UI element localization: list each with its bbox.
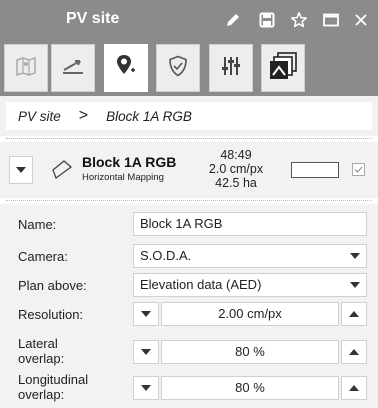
breadcrumb-root[interactable]: PV site	[18, 109, 61, 124]
longitudinal-overlap-increase-button[interactable]	[341, 376, 367, 400]
lateral-overlap-value[interactable]: 80 %	[161, 340, 339, 364]
plan-above-value: Elevation data (AED)	[140, 277, 262, 292]
arrow-down-icon	[141, 311, 151, 317]
arrow-down-icon	[141, 385, 151, 391]
resolution-stepper: 2.00 cm/px	[133, 302, 367, 326]
waypoint-icon	[114, 53, 138, 84]
takeoff-icon	[60, 55, 86, 82]
lateral-overlap-stepper: 80 %	[133, 340, 367, 364]
save-icon[interactable]	[256, 9, 278, 31]
longitudinal-overlap-label-line2: overlap:	[18, 387, 65, 402]
arrow-up-icon	[349, 311, 359, 317]
divider	[6, 200, 372, 201]
resolution-decrease-button[interactable]	[133, 302, 159, 326]
pencil-icon[interactable]	[222, 9, 244, 31]
breadcrumb: PV site > Block 1A RGB	[6, 102, 372, 130]
tool-waypoint[interactable]	[104, 44, 148, 92]
tool-map[interactable]	[4, 44, 48, 92]
camera-value: S.O.D.A.	[140, 248, 192, 263]
window-title: PV site	[66, 10, 120, 27]
window-icon[interactable]	[320, 9, 342, 31]
layers-icon	[267, 50, 299, 87]
breadcrumb-separator: >	[78, 107, 89, 124]
block-stats: 48:49 2.0 cm/px 42.5 ha	[196, 148, 276, 190]
map-icon	[14, 55, 38, 82]
lateral-overlap-label-line2: overlap:	[18, 351, 65, 366]
plan-above-label: Plan above:	[18, 278, 87, 293]
shield-check-icon	[166, 54, 190, 83]
tool-settings[interactable]	[209, 44, 253, 92]
block-name: Block 1A RGB	[82, 154, 177, 170]
breadcrumb-bar: PV site > Block 1A RGB	[0, 96, 378, 136]
chevron-down-icon	[16, 167, 26, 173]
visibility-checkbox[interactable]	[352, 163, 365, 176]
longitudinal-overlap-label-line1: Longitudinal	[18, 372, 89, 387]
camera-label: Camera:	[18, 249, 68, 264]
lateral-overlap-increase-button[interactable]	[341, 340, 367, 364]
color-swatch[interactable]	[291, 162, 339, 178]
block-area: 42.5 ha	[215, 176, 257, 190]
arrow-up-icon	[349, 385, 359, 391]
block-subtitle: Horizontal Mapping	[82, 172, 164, 183]
tool-safety[interactable]	[156, 44, 200, 92]
name-label: Name:	[18, 217, 57, 232]
divider	[6, 138, 372, 139]
name-input[interactable]: Block 1A RGB	[133, 212, 367, 236]
lateral-overlap-decrease-button[interactable]	[133, 340, 159, 364]
tool-bar	[0, 40, 378, 96]
sliders-icon	[219, 54, 243, 83]
breadcrumb-current: Block 1A RGB	[106, 108, 192, 124]
polygon-icon	[50, 158, 74, 182]
camera-select[interactable]: S.O.D.A.	[133, 244, 367, 268]
lateral-overlap-label-line1: Lateral	[18, 336, 58, 351]
star-icon[interactable]	[288, 9, 310, 31]
block-gsd: 2.0 cm/px	[208, 162, 264, 176]
lateral-overlap-label: Lateral overlap:	[18, 336, 64, 366]
longitudinal-overlap-decrease-button[interactable]	[133, 376, 159, 400]
resolution-increase-button[interactable]	[341, 302, 367, 326]
plan-above-select[interactable]: Elevation data (AED)	[133, 273, 367, 297]
longitudinal-overlap-value[interactable]: 80 %	[161, 376, 339, 400]
longitudinal-overlap-label: Longitudinal overlap:	[18, 372, 88, 402]
block-duration: 48:49	[220, 148, 252, 162]
arrow-up-icon	[349, 349, 359, 355]
close-icon[interactable]	[350, 9, 372, 31]
block-settings-form: Name: Block 1A RGB Camera: S.O.D.A. Plan…	[0, 204, 378, 408]
tool-takeoff[interactable]	[51, 44, 95, 92]
tool-layers[interactable]	[261, 44, 305, 92]
chevron-down-icon	[350, 253, 360, 259]
resolution-label: Resolution:	[18, 307, 84, 322]
title-bar: PV site	[0, 0, 378, 40]
longitudinal-overlap-stepper: 80 %	[133, 376, 367, 400]
resolution-value[interactable]: 2.00 cm/px	[161, 302, 339, 326]
block-dropdown-button[interactable]	[9, 156, 33, 184]
block-summary: Block 1A RGB Horizontal Mapping 48:49 2.…	[0, 142, 378, 198]
arrow-down-icon	[141, 349, 151, 355]
chevron-down-icon	[350, 282, 360, 288]
